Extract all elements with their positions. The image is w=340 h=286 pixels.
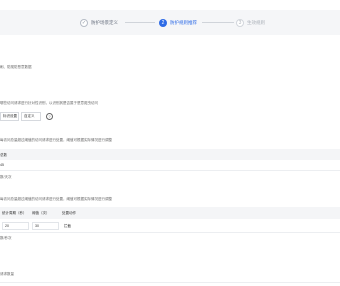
divider xyxy=(0,282,340,283)
steps-bar: ✓ 防护场景定义 2 防护规则推荐 3 生效规则 xyxy=(0,10,340,35)
table-1-total-value: 45 xyxy=(0,163,4,167)
divider xyxy=(0,170,340,171)
period-input[interactable]: 20 xyxy=(2,222,29,230)
step-number: 2 xyxy=(159,18,167,27)
table-2-header-action: 处置动作 xyxy=(62,211,76,215)
request-count-label: 请求数量 xyxy=(0,272,14,276)
action-value: 拦截 xyxy=(64,224,71,228)
threshold-description-1: 每访问总量超过阈值的访问请求进行处置，阈值可根据实际情况进行调整 xyxy=(0,138,112,142)
step-check-icon: ✓ xyxy=(80,18,88,27)
step-rule-recommendation[interactable]: 2 防护规则推荐 xyxy=(159,18,197,27)
table-2-header-threshold: 阈值（次） xyxy=(32,211,50,215)
divider xyxy=(0,232,340,233)
table-1-header-total: 总数 xyxy=(0,153,7,157)
table-1-unit: 数/天次 xyxy=(0,175,12,179)
step-scene-definition[interactable]: ✓ 防护场景定义 xyxy=(80,18,118,27)
step-label: 防护规则推荐 xyxy=(170,19,197,25)
step-label: 生效规则 xyxy=(247,19,265,25)
threshold-description-2: 每访问总量超过阈值的访问请求进行处置，阈值可根据实际情况进行调整 xyxy=(0,197,112,201)
custom-button[interactable]: 自定义 xyxy=(21,112,41,121)
mark-settings-button[interactable]: 标识设置 xyxy=(0,112,19,121)
step-connector xyxy=(202,22,234,23)
step-apply-rules[interactable]: 3 生效规则 xyxy=(236,18,265,27)
identification-description: 哪些访问请求进行针对性识别，以识别其是否属于恶意爬虫访问 xyxy=(0,101,98,105)
scene-description: 刷、防爬防恶意数据 xyxy=(0,65,32,69)
table-2-note: 数/秒次 xyxy=(0,236,12,240)
step-connector xyxy=(125,22,155,23)
table-1-header: 总数 xyxy=(0,149,340,160)
table-2-header: 统计周期（秒） 阈值（次） 处置动作 xyxy=(0,207,340,219)
help-icon[interactable]: ? xyxy=(46,113,53,120)
threshold-input[interactable]: 30 xyxy=(32,222,59,230)
step-number: 3 xyxy=(236,18,244,27)
step-label: 防护场景定义 xyxy=(91,19,118,25)
table-2-header-period: 统计周期（秒） xyxy=(2,211,27,215)
